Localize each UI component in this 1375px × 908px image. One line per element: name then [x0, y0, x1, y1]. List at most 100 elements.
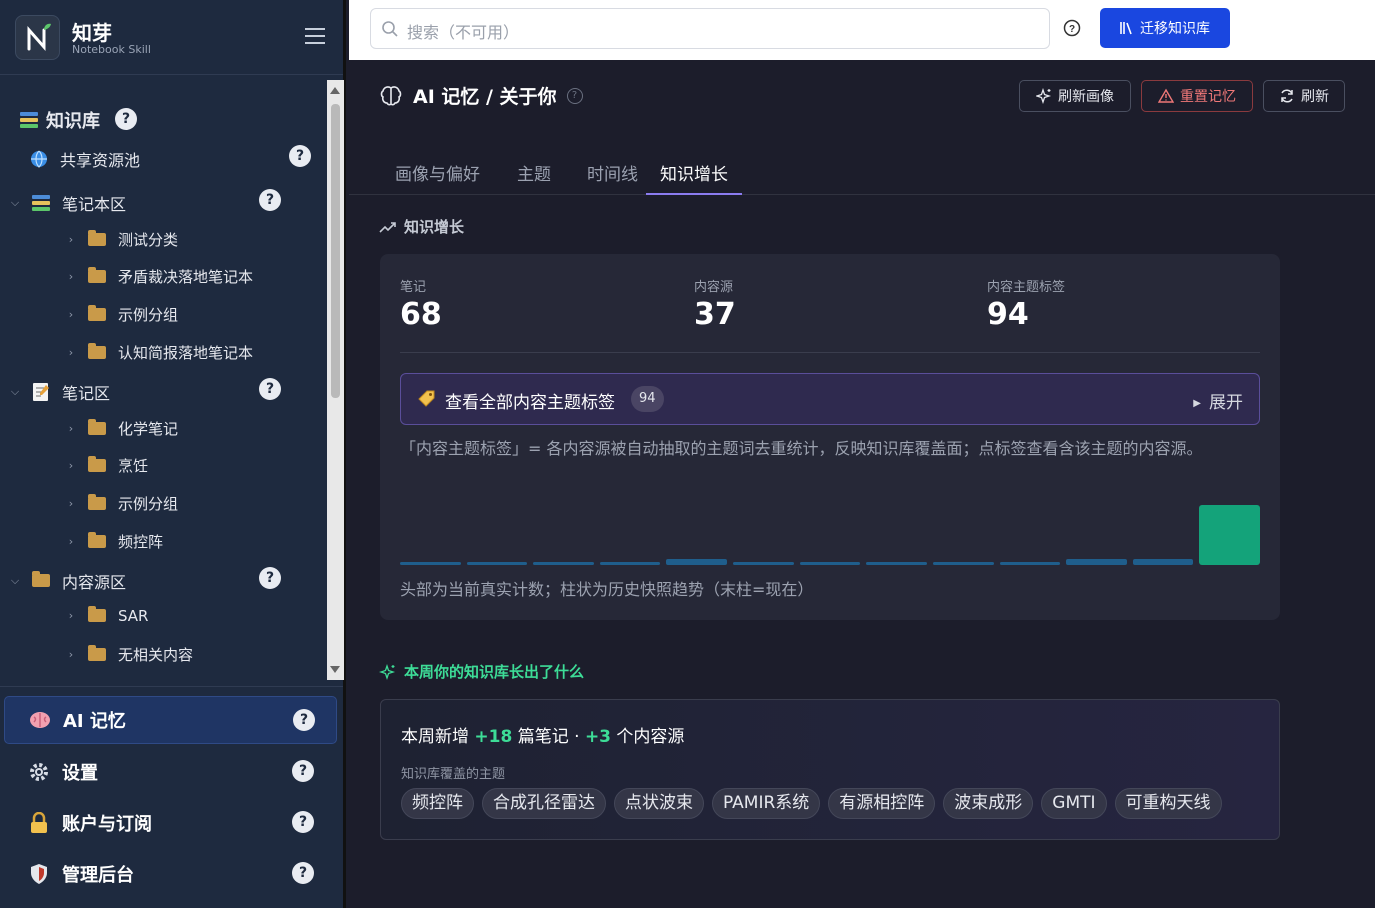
trend-footnote: 头部为当前真实计数；柱状为历史快照趋势（末柱=现在）	[400, 580, 814, 599]
chevron-right-icon[interactable]: ›	[64, 648, 78, 661]
tag-count-badge: 94	[631, 386, 664, 412]
weekly-card: 本周新增 +18 篇笔记 · +3 个内容源 知识库覆盖的主题 频控阵 合成孔径雷…	[380, 699, 1280, 840]
topic-tags-expander[interactable]: 查看全部内容主题标签 94 ▶ 展开	[400, 373, 1260, 425]
nav-admin-help-icon[interactable]: ?	[292, 862, 314, 884]
sidebar-group-1[interactable]: ⌵ 笔记本区	[8, 191, 126, 215]
topic-chip[interactable]: PAMIR系统	[712, 788, 821, 819]
chevron-right-icon[interactable]: ›	[64, 459, 78, 472]
sidebar-item-13[interactable]: › 无相关内容	[64, 644, 193, 665]
topic-chip[interactable]: 点状波束	[614, 788, 704, 819]
app-logo[interactable]	[15, 15, 60, 60]
scroll-down-icon[interactable]	[330, 666, 340, 673]
topic-chip[interactable]: 合成孔径雷达	[482, 788, 606, 819]
trend-bar	[599, 562, 661, 565]
nav-settings[interactable]: 设置 ?	[4, 748, 337, 796]
help-circle-icon[interactable]: ?	[1063, 19, 1081, 37]
sidebar-item-9[interactable]: › 示例分组	[64, 493, 178, 514]
nav-account-help-icon[interactable]: ?	[292, 811, 314, 833]
topic-chip[interactable]: GMTI	[1041, 788, 1107, 819]
shield-icon	[24, 862, 54, 886]
trend-bar	[466, 562, 528, 565]
sidebar-item-4[interactable]: › 示例分组	[64, 304, 178, 325]
trend-bar	[1199, 505, 1260, 565]
chevron-right-icon[interactable]: ›	[64, 497, 78, 510]
trend-up-icon	[379, 221, 396, 233]
migrate-knowledge-button[interactable]: 迁移知识库	[1100, 8, 1230, 48]
sidebar: 知芽 Notebook Skill 知识库 ? 共享资源池? ⌵ 笔记本区? › 测试分…	[0, 0, 346, 908]
folder-icon	[86, 645, 108, 664]
chevron-right-icon[interactable]: ›	[64, 535, 78, 548]
folder-icon	[30, 571, 52, 590]
chevron-right-icon[interactable]: ›	[64, 270, 78, 283]
page-title: AI 记忆 / 关于你	[413, 86, 557, 108]
chevron-right-icon[interactable]: ›	[64, 308, 78, 321]
nav-ai-memory[interactable]: AI 记忆 ?	[4, 696, 337, 744]
books-icon	[30, 194, 52, 212]
sidebar-item-2[interactable]: › 测试分类	[64, 229, 178, 250]
refresh-icon	[1281, 89, 1293, 103]
nav-admin[interactable]: 管理后台 ?	[4, 850, 337, 898]
search-input[interactable]: 搜索（不可用）	[370, 8, 1050, 49]
knowledge-base-help-icon[interactable]: ?	[115, 108, 137, 130]
app-title: 知芽	[72, 21, 112, 45]
topic-chip[interactable]: 可重构天线	[1114, 788, 1222, 819]
menu-toggle-icon[interactable]	[305, 28, 325, 46]
chevron-down-icon[interactable]: ⌵	[8, 196, 22, 210]
sidebar-help-icon[interactable]: ?	[259, 377, 281, 400]
chevron-right-icon[interactable]: ›	[64, 233, 78, 246]
sidebar-item-10[interactable]: › 频控阵	[64, 531, 163, 552]
reset-memory-button[interactable]: 重置记忆	[1141, 80, 1253, 112]
scroll-thumb[interactable]	[331, 104, 340, 398]
refresh-profile-button[interactable]: 刷新画像	[1019, 80, 1131, 112]
folder-icon	[86, 456, 108, 475]
sidebar-item-7[interactable]: › 化学笔记	[64, 418, 178, 439]
growth-card: 笔记 68 内容源 37 内容主题标签 94 查看全部内容主题标签 94 ▶ 展开…	[380, 254, 1280, 620]
sidebar-group-11[interactable]: ⌵ 内容源区	[8, 569, 126, 593]
chevron-down-icon[interactable]: ⌵	[8, 385, 22, 399]
trend-bar	[1132, 559, 1194, 565]
topic-chip[interactable]: 有源相控阵	[828, 788, 936, 819]
chevron-right-icon[interactable]: ›	[64, 346, 78, 359]
scroll-up-icon[interactable]	[330, 87, 340, 94]
topic-chips: 频控阵 合成孔径雷达 点状波束 PAMIR系统 有源相控阵 波束成形 GMTI 可重构天线	[401, 788, 1222, 819]
brain-icon	[25, 708, 55, 732]
chevron-right-icon[interactable]: ›	[64, 609, 78, 622]
refresh-button[interactable]: 刷新	[1263, 80, 1345, 112]
sidebar-item-12[interactable]: › SAR	[64, 606, 148, 625]
tab-timeline[interactable]: 时间线	[587, 160, 638, 195]
topic-chip[interactable]: 波束成形	[943, 788, 1034, 819]
search-icon	[382, 21, 398, 37]
title-help-icon[interactable]: ?	[566, 87, 583, 104]
brain-outline-icon	[380, 85, 402, 105]
search-placeholder: 搜索（不可用）	[407, 23, 520, 42]
nav-settings-help-icon[interactable]: ?	[292, 760, 314, 782]
tab-profile[interactable]: 画像与偏好	[395, 160, 480, 195]
folder-icon	[86, 418, 108, 437]
stat-notes: 笔记 68	[400, 280, 442, 332]
chevron-down-icon[interactable]: ⌵	[8, 574, 22, 588]
sparkle-icon	[1036, 88, 1052, 104]
sidebar-item-5[interactable]: › 认知简报落地笔记本	[64, 342, 253, 363]
nav-ai-memory-help-icon[interactable]: ?	[293, 709, 315, 731]
sidebar-group-6[interactable]: ⌵ 笔记区	[8, 380, 110, 404]
sidebar-item-8[interactable]: › 烹饪	[64, 455, 148, 476]
warning-icon	[1158, 88, 1174, 103]
coverage-label: 知识库覆盖的主题	[401, 767, 506, 782]
app-subtitle: Notebook Skill	[72, 43, 151, 56]
sidebar-item-3[interactable]: › 矛盾裁决落地笔记本	[64, 266, 253, 287]
tab-knowledge-growth[interactable]: 知识增长	[646, 160, 742, 195]
sidebar-help-icon[interactable]: ?	[289, 145, 311, 167]
nav-account[interactable]: 账户与订阅 ?	[4, 799, 337, 847]
stat-sources: 内容源 37	[694, 280, 736, 332]
tab-topics[interactable]: 主题	[517, 160, 551, 195]
trend-bar	[799, 562, 861, 565]
trend-bar	[666, 559, 728, 565]
sidebar-help-icon[interactable]: ?	[259, 566, 281, 589]
topic-chip[interactable]: 频控阵	[401, 788, 474, 819]
sidebar-group-0[interactable]: 共享资源池	[28, 147, 140, 171]
tab-bar: 画像与偏好 主题 时间线 知识增长	[349, 154, 1375, 195]
chevron-right-icon[interactable]: ›	[64, 422, 78, 435]
sidebar-scrollbar[interactable]	[327, 80, 344, 680]
expand-toggle[interactable]: ▶ 展开	[1193, 388, 1243, 413]
sidebar-help-icon[interactable]: ?	[259, 188, 281, 211]
